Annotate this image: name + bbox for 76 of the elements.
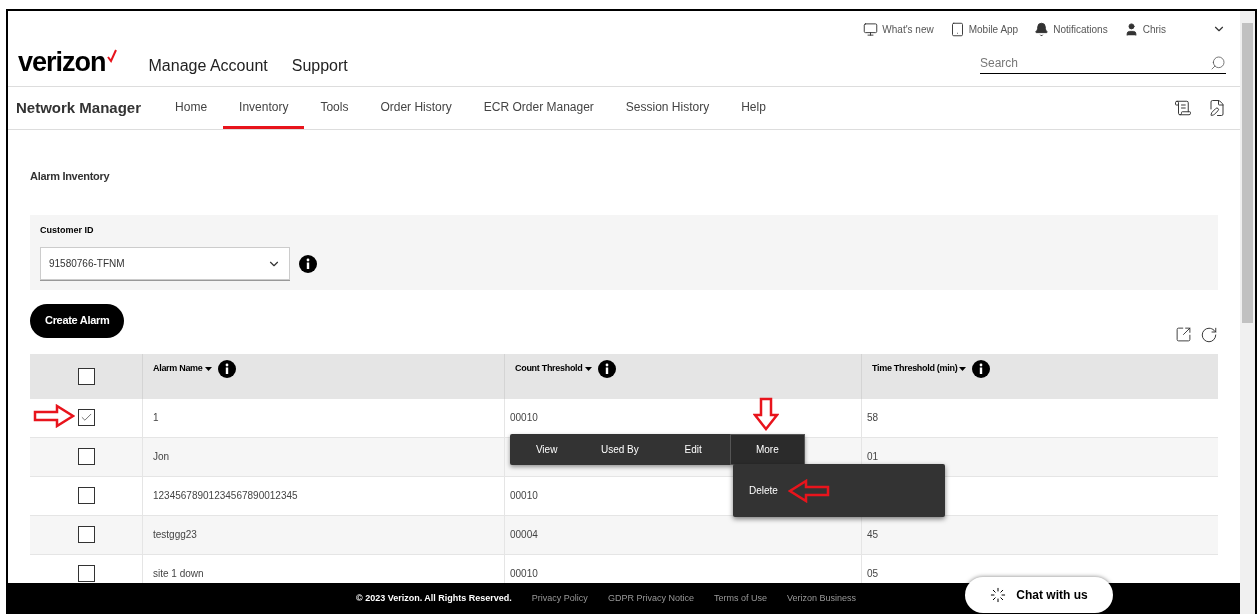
user-icon[interactable] — [1123, 21, 1139, 37]
nav-tab[interactable]: Tools — [304, 87, 365, 129]
annotation-arrow — [33, 403, 75, 428]
utility-link[interactable]: Notifications — [1053, 21, 1108, 37]
export-icon[interactable] — [1175, 326, 1192, 343]
utility-link[interactable]: Chris — [1142, 21, 1166, 37]
sort-caret-icon[interactable] — [959, 367, 967, 371]
annotation-arrow — [753, 396, 779, 431]
table-cell-text: 58 — [867, 411, 879, 425]
customer-id-select[interactable]: 91580766-TFNM — [40, 247, 290, 280]
top-nav-link[interactable]: Manage Account — [148, 54, 268, 78]
scroll-icon[interactable] — [1174, 99, 1192, 117]
utility-link[interactable]: Mobile App — [968, 21, 1019, 37]
footer-link[interactable]: GDPR Privacy Notice — [607, 591, 694, 606]
nav-tab[interactable]: Order History — [364, 87, 468, 129]
notepad-icon[interactable] — [1208, 99, 1226, 117]
table-cell-text: 12345678901234567890012345 — [153, 489, 298, 503]
column-header[interactable]: Alarm Name — [153, 362, 203, 376]
nav-tab[interactable]: Home — [159, 87, 224, 129]
action-item[interactable]: Used By — [583, 433, 657, 465]
nav-tab[interactable]: Session History — [609, 87, 726, 129]
info-icon[interactable] — [972, 360, 991, 378]
table-cell-text: 00004 — [510, 528, 538, 542]
table-cell-text: Jon — [153, 450, 170, 464]
monitor-icon[interactable] — [863, 21, 879, 37]
create-alarm-button[interactable]: Create Alarm — [30, 303, 125, 338]
bell-icon[interactable] — [1034, 21, 1050, 37]
check-icon — [79, 411, 93, 424]
checkbox[interactable] — [77, 448, 95, 465]
action-item[interactable]: View — [510, 433, 584, 465]
nav-tab[interactable]: Help — [725, 87, 782, 129]
refresh-icon[interactable] — [1200, 325, 1218, 344]
table-cell-text: 45 — [867, 528, 879, 542]
footer-link[interactable]: Verizon Business — [786, 591, 856, 606]
sort-caret-icon[interactable] — [204, 367, 212, 371]
table-cell-text: 00010 — [510, 489, 538, 503]
checkbox[interactable] — [77, 565, 95, 582]
check-mark-icon — [106, 49, 117, 63]
app-title: Network Manager — [16, 98, 142, 119]
nav-tab[interactable]: ECR Order Manager — [467, 87, 610, 129]
column-header[interactable]: Time Threshold (min) — [872, 362, 958, 376]
page-title: Alarm Inventory — [30, 169, 111, 184]
footer-link[interactable]: Privacy Policy — [531, 591, 588, 606]
search-field[interactable]: Search — [980, 54, 1226, 74]
table-cell-text: 00010 — [510, 411, 538, 425]
chat-button[interactable]: Chat with us — [965, 577, 1113, 613]
checkbox[interactable] — [77, 409, 95, 426]
scrollbar[interactable] — [1240, 11, 1255, 614]
sort-caret-icon[interactable] — [584, 367, 592, 371]
action-item[interactable]: Edit — [656, 433, 730, 465]
info-icon[interactable] — [217, 360, 236, 378]
checkbox[interactable] — [77, 367, 95, 385]
logo[interactable]: verizon — [18, 49, 106, 76]
menu-item[interactable]: Delete — [749, 482, 778, 498]
table-cell-text: 05 — [867, 567, 879, 581]
nav-tab[interactable]: Inventory — [223, 87, 305, 129]
search-icon[interactable] — [1210, 55, 1226, 71]
checkbox[interactable] — [77, 526, 95, 543]
footer-link[interactable]: Terms of Use — [713, 591, 767, 606]
table-cell-text: 01 — [867, 450, 879, 464]
table-cell-text: 00010 — [510, 567, 538, 581]
field-label: Customer ID — [40, 223, 95, 237]
annotation-arrow — [788, 478, 830, 503]
table-cell-text: testggg23 — [153, 528, 197, 542]
table-cell-text: 1 — [153, 411, 159, 425]
top-nav-link[interactable]: Support — [291, 54, 348, 78]
checkbox[interactable] — [77, 487, 95, 504]
utility-link[interactable]: What's new — [882, 21, 934, 37]
info-icon[interactable] — [299, 254, 317, 273]
table-cell-text: site 1 down — [153, 567, 204, 581]
sparkle-icon — [990, 587, 1007, 603]
tablet-icon[interactable] — [949, 21, 965, 37]
action-item[interactable]: More — [729, 433, 805, 465]
info-icon[interactable] — [597, 360, 616, 378]
copyright-text: © 2023 Verizon. All Rights Reserved. — [356, 591, 512, 605]
column-header[interactable]: Count Threshold — [515, 362, 583, 376]
